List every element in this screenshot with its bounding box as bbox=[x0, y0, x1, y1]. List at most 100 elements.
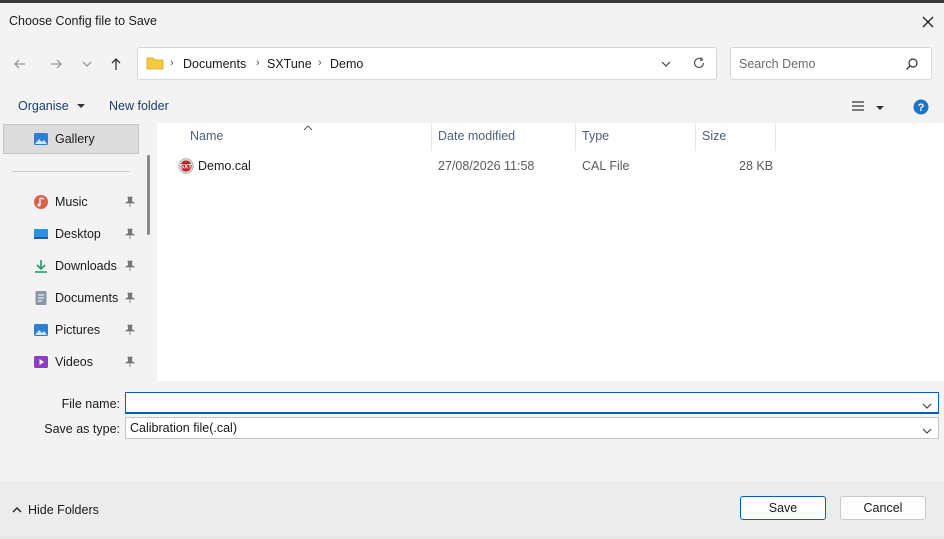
gallery-icon bbox=[34, 133, 48, 145]
file-row[interactable]: SXT Demo.cal 27/08/2026 11:58 CAL File 2… bbox=[175, 156, 775, 178]
breadcrumb-demo[interactable]: Demo bbox=[330, 57, 363, 71]
save-form: File name: Save as type: Calibration fil… bbox=[0, 381, 944, 481]
pin-icon bbox=[124, 228, 136, 243]
chevron-down-icon[interactable] bbox=[922, 399, 932, 413]
nav-item-gallery[interactable]: Gallery bbox=[3, 124, 139, 154]
file-type: CAL File bbox=[582, 159, 630, 173]
pin-icon bbox=[124, 292, 136, 307]
close-button[interactable] bbox=[916, 10, 940, 34]
caret-down-icon bbox=[876, 106, 885, 110]
nav-item-label: Documents bbox=[55, 291, 119, 305]
refresh-button[interactable] bbox=[692, 56, 706, 73]
nav-item-documents[interactable]: Documents bbox=[33, 288, 143, 310]
nav-item-label: Desktop bbox=[55, 227, 101, 241]
chevron-down-icon bbox=[82, 61, 92, 67]
pin-icon bbox=[124, 196, 136, 211]
forward-button[interactable] bbox=[47, 55, 65, 73]
downloads-icon bbox=[33, 258, 49, 277]
save-type-label: Save as type: bbox=[44, 422, 120, 436]
list-view-icon bbox=[852, 101, 864, 111]
back-button[interactable] bbox=[11, 55, 29, 73]
column-header-size[interactable]: Size bbox=[702, 129, 726, 143]
nav-item-label: Pictures bbox=[55, 323, 101, 337]
forward-arrow-icon bbox=[51, 59, 62, 69]
command-bar: Organise New folder ? bbox=[0, 91, 944, 123]
save-dialog: Choose Config file to Save › Documents ›… bbox=[0, 0, 944, 539]
file-list: Name Date modified Type Size SXT Demo.ca… bbox=[157, 123, 944, 381]
nav-divider bbox=[12, 171, 130, 172]
up-arrow-icon bbox=[111, 58, 121, 70]
file-name-combobox[interactable] bbox=[125, 392, 939, 414]
title-bar: Choose Config file to Save bbox=[0, 6, 944, 36]
address-bar[interactable]: › Documents › SXTune › Demo bbox=[137, 47, 717, 80]
search-box[interactable] bbox=[730, 47, 932, 80]
chevron-right-icon: › bbox=[318, 57, 322, 69]
column-header-type[interactable]: Type bbox=[582, 129, 609, 143]
nav-item-label: Videos bbox=[55, 355, 93, 369]
new-folder-button[interactable]: New folder bbox=[109, 99, 169, 113]
nav-item-pictures[interactable]: Pictures bbox=[33, 320, 143, 342]
dialog-footer: Hide Folders Save Cancel bbox=[0, 481, 944, 539]
column-header-date[interactable]: Date modified bbox=[438, 129, 515, 143]
nav-item-desktop[interactable]: Desktop bbox=[33, 224, 143, 246]
save-type-select[interactable]: Calibration file(.cal) bbox=[125, 417, 939, 439]
column-divider[interactable] bbox=[775, 123, 776, 151]
pin-icon bbox=[124, 260, 136, 275]
chevron-up-icon bbox=[12, 507, 22, 513]
nav-gallery-label: Gallery bbox=[55, 132, 95, 146]
cancel-button[interactable]: Cancel bbox=[840, 496, 926, 520]
breadcrumb-documents[interactable]: Documents bbox=[183, 57, 246, 71]
save-button[interactable]: Save bbox=[740, 496, 826, 520]
navigation-pane: Gallery Music Desktop Downloads Document… bbox=[0, 123, 155, 381]
column-divider[interactable] bbox=[575, 123, 576, 151]
nav-item-label: Downloads bbox=[55, 259, 117, 273]
file-size: 28 KB bbox=[739, 159, 774, 173]
hide-folders-button[interactable]: Hide Folders bbox=[12, 503, 99, 517]
file-name-input[interactable] bbox=[131, 395, 911, 411]
file-date: 27/08/2026 11:58 bbox=[438, 159, 535, 173]
nav-scrollbar[interactable] bbox=[147, 155, 150, 235]
help-icon: ? bbox=[913, 99, 929, 115]
nav-item-downloads[interactable]: Downloads bbox=[33, 256, 143, 278]
desktop-icon bbox=[33, 226, 49, 245]
pictures-icon bbox=[33, 322, 49, 341]
documents-icon bbox=[33, 290, 49, 309]
search-icon bbox=[905, 57, 919, 74]
breadcrumb-sxtune[interactable]: SXTune bbox=[267, 57, 312, 71]
chevron-right-icon: › bbox=[256, 57, 260, 69]
caret-down-icon bbox=[77, 104, 86, 108]
pin-icon bbox=[124, 356, 136, 371]
up-button[interactable] bbox=[107, 55, 125, 73]
help-button[interactable]: ? bbox=[913, 99, 929, 118]
svg-text:SXT: SXT bbox=[180, 165, 192, 171]
column-header-name[interactable]: Name bbox=[190, 129, 223, 143]
chevron-right-icon: › bbox=[170, 57, 174, 69]
save-type-value: Calibration file(.cal) bbox=[130, 421, 237, 435]
refresh-icon bbox=[693, 57, 705, 69]
hide-folders-label: Hide Folders bbox=[28, 503, 99, 517]
address-dropdown-button[interactable] bbox=[660, 58, 672, 73]
cal-file-icon: SXT bbox=[178, 158, 194, 177]
recent-locations-button[interactable] bbox=[78, 55, 96, 73]
sort-ascending-icon bbox=[303, 121, 313, 135]
view-options-button[interactable] bbox=[851, 100, 885, 115]
chevron-down-icon[interactable] bbox=[922, 424, 932, 438]
close-icon bbox=[922, 16, 934, 28]
column-divider[interactable] bbox=[431, 123, 432, 151]
organise-button[interactable]: Organise bbox=[18, 99, 86, 113]
pin-icon bbox=[124, 324, 136, 339]
music-icon bbox=[33, 194, 49, 213]
search-input[interactable] bbox=[739, 55, 899, 73]
nav-item-label: Music bbox=[55, 195, 88, 209]
dialog-title: Choose Config file to Save bbox=[9, 14, 158, 28]
folder-icon bbox=[146, 56, 164, 73]
videos-icon bbox=[33, 354, 49, 373]
svg-text:?: ? bbox=[918, 102, 925, 114]
organise-label: Organise bbox=[18, 99, 69, 113]
nav-item-videos[interactable]: Videos bbox=[33, 352, 143, 374]
file-name: Demo.cal bbox=[198, 159, 251, 173]
file-name-label: File name: bbox=[61, 397, 120, 411]
chevron-down-icon bbox=[661, 61, 671, 67]
column-divider[interactable] bbox=[695, 123, 696, 151]
nav-item-music[interactable]: Music bbox=[33, 192, 143, 214]
